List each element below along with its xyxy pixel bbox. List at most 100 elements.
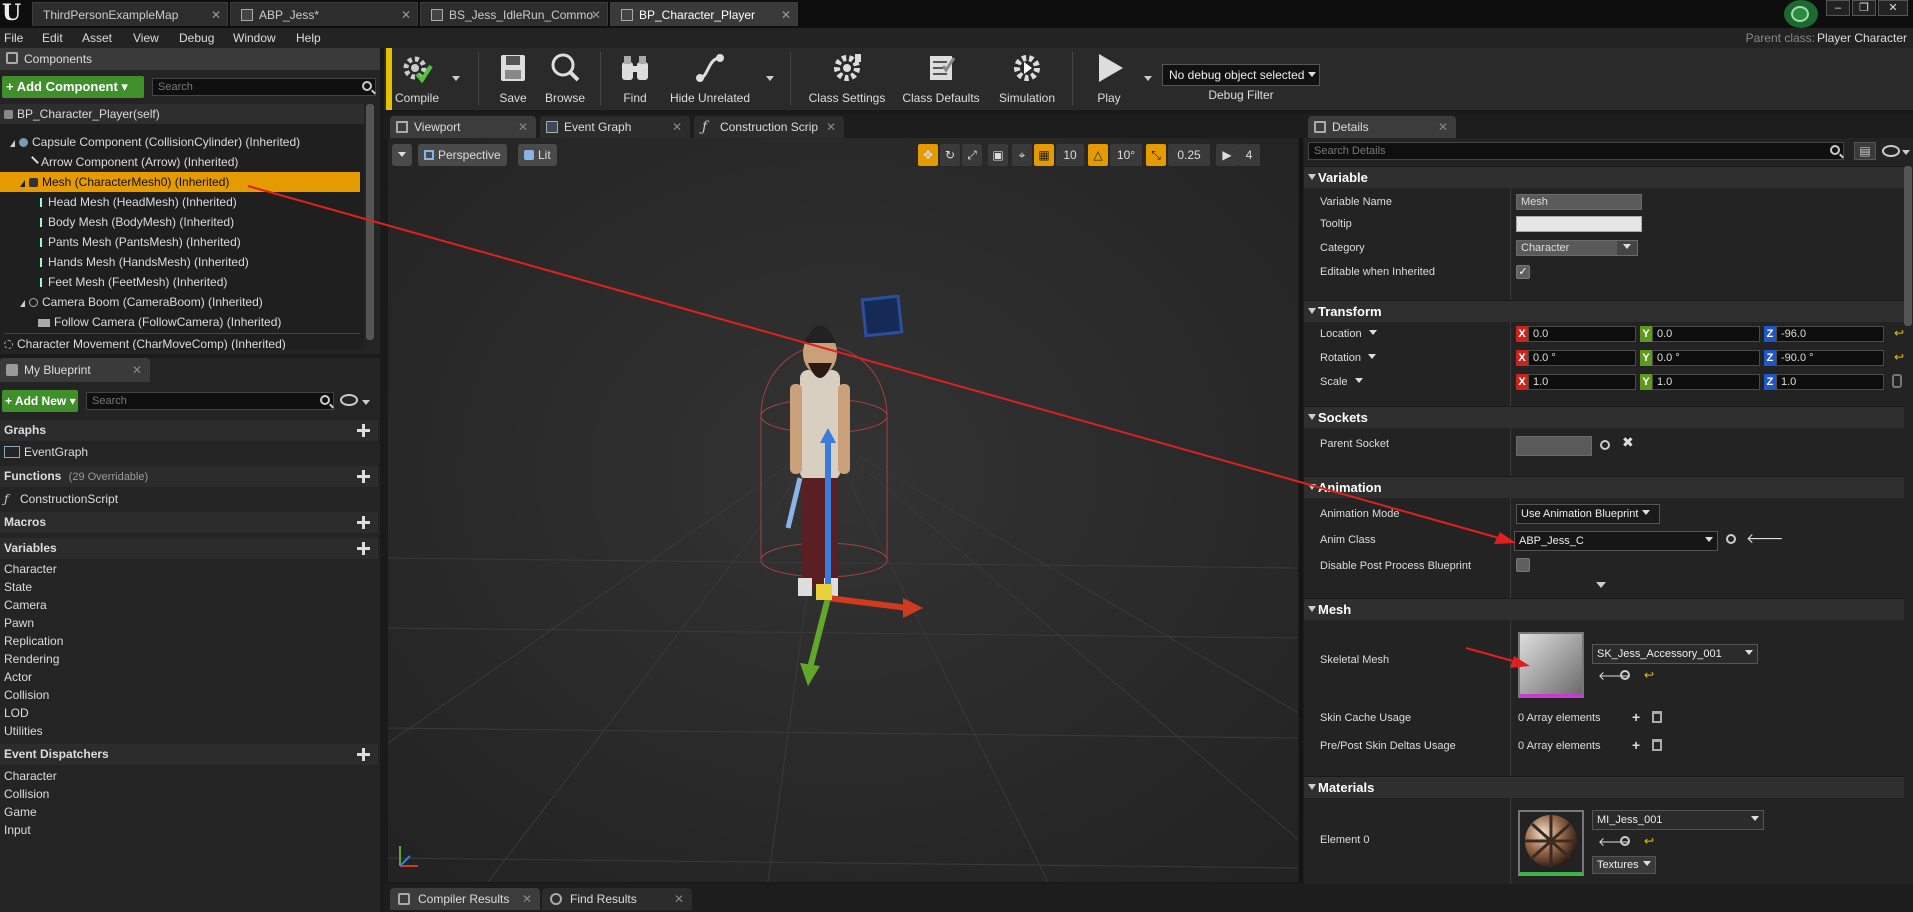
menu-view[interactable]: View xyxy=(133,28,159,48)
rotation-z-field[interactable]: -90.0 ° xyxy=(1776,350,1884,366)
world-local-icon[interactable]: ▣ xyxy=(988,144,1008,166)
rotation-x-field[interactable]: 0.0 ° xyxy=(1528,350,1636,366)
camera-speed-value[interactable]: 4 xyxy=(1238,144,1260,166)
tree-item-follow-camera[interactable]: Follow Camera (FollowCamera) (Inherited) xyxy=(0,312,364,332)
chevron-down-icon[interactable] xyxy=(362,400,370,405)
disable-post-process-checkbox[interactable] xyxy=(1516,558,1530,572)
variable-category-item[interactable]: Replication xyxy=(0,632,378,650)
surface-snap-icon[interactable]: ⌖ xyxy=(1012,144,1032,166)
reset-arrow-icon[interactable]: ↩ xyxy=(1644,834,1654,848)
skeletal-mesh-thumbnail[interactable] xyxy=(1518,632,1584,698)
add-new-button[interactable]: + Add New ▾ xyxy=(2,390,78,412)
scale-z-field[interactable]: 1.0 xyxy=(1776,374,1884,390)
browse-button[interactable]: Browse xyxy=(540,48,590,108)
material-thumbnail[interactable] xyxy=(1518,810,1584,876)
scale-mode-icon[interactable]: ⤢ xyxy=(962,144,982,166)
hide-unrelated-button[interactable]: Hide Unrelated xyxy=(666,48,754,108)
debug-object-dropdown[interactable]: No debug object selected xyxy=(1162,64,1320,86)
simulation-button[interactable]: Simulation xyxy=(992,48,1062,108)
tooltip-field[interactable] xyxy=(1516,216,1642,232)
tree-item-character-movement[interactable]: Character Movement (CharMoveComp) (Inher… xyxy=(0,334,364,350)
translate-mode-icon[interactable]: ✥ xyxy=(918,144,938,166)
animation-mode-dropdown[interactable]: Use Animation Blueprint xyxy=(1516,504,1660,524)
add-graph-plus-icon[interactable] xyxy=(357,424,370,437)
browse-search-icon[interactable] xyxy=(1620,670,1630,680)
viewport-3d[interactable]: Perspective Lit ✥ ↻ ⤢ ▣ ⌖ ▦ 10 △ 10° ⤡ 0… xyxy=(388,138,1298,882)
variable-category-item[interactable]: Utilities xyxy=(0,722,378,740)
anim-class-dropdown[interactable]: ABP_Jess_C xyxy=(1514,531,1718,551)
variable-category-item[interactable]: Pawn xyxy=(0,614,378,632)
tree-item-self[interactable]: BP_Character_Player(self) xyxy=(0,104,364,124)
textures-dropdown[interactable]: Textures xyxy=(1592,856,1656,874)
tab-event-graph[interactable]: Event Graph ✕ xyxy=(540,116,690,138)
tree-item-hands-mesh[interactable]: Hands Mesh (HandsMesh) (Inherited) xyxy=(0,252,364,272)
tree-item-body-mesh[interactable]: Body Mesh (BodyMesh) (Inherited) xyxy=(0,212,364,232)
tree-item-pants-mesh[interactable]: Pants Mesh (PantsMesh) (Inherited) xyxy=(0,232,364,252)
tree-item-arrow[interactable]: Arrow Component (Arrow) (Inherited) xyxy=(0,152,364,172)
add-macro-plus-icon[interactable] xyxy=(357,516,370,529)
compile-button[interactable]: Compile xyxy=(392,48,442,108)
reset-arrow-icon[interactable]: ↩ xyxy=(1894,350,1904,364)
construction-script-item[interactable]: ƒ ConstructionScript xyxy=(0,490,378,508)
rotation-snap-value[interactable]: 10° xyxy=(1110,144,1142,166)
macros-category[interactable]: Macros xyxy=(0,512,378,533)
parent-class-value[interactable]: Player Character xyxy=(1817,28,1907,48)
add-component-button[interactable]: + Add Component ▾ xyxy=(2,76,144,98)
add-dispatcher-plus-icon[interactable] xyxy=(357,748,370,761)
browse-search-icon[interactable] xyxy=(1620,836,1630,846)
lock-icon[interactable] xyxy=(1892,374,1902,388)
event-dispatchers-category[interactable]: Event Dispatchers xyxy=(0,744,378,765)
browse-socket-search-icon[interactable] xyxy=(1600,440,1610,450)
close-icon[interactable]: ✕ xyxy=(518,116,528,138)
tab-bp-character-player[interactable]: BP_Character_Player ✕ xyxy=(610,2,798,26)
event-graph-item[interactable]: EventGraph xyxy=(0,443,378,461)
add-element-plus-icon[interactable]: + xyxy=(1632,738,1640,752)
expand-arrow-icon[interactable] xyxy=(20,180,25,187)
scale-snap-icon[interactable]: ⤡ xyxy=(1146,144,1166,166)
rotation-y-field[interactable]: 0.0 ° xyxy=(1652,350,1760,366)
tree-item-capsule[interactable]: Capsule Component (CollisionCylinder) (I… xyxy=(0,132,364,152)
scale-y-field[interactable]: 1.0 xyxy=(1652,374,1760,390)
play-button[interactable]: Play xyxy=(1084,48,1134,108)
variable-category-item[interactable]: State xyxy=(0,578,378,596)
play-options-chevron-icon[interactable] xyxy=(1144,76,1152,81)
clear-socket-x-icon[interactable]: ✖ xyxy=(1622,434,1634,451)
use-selected-arrow-icon[interactable]: 🡐 xyxy=(1746,530,1784,547)
tree-item-head-mesh[interactable]: Head Mesh (HeadMesh) (Inherited) xyxy=(0,192,364,212)
dispatcher-category-item[interactable]: Collision xyxy=(0,785,378,803)
compile-options-chevron-icon[interactable] xyxy=(452,76,460,81)
skeletal-mesh-dropdown[interactable]: SK_Jess_Accessory_001 xyxy=(1592,644,1758,664)
menu-edit[interactable]: Edit xyxy=(42,28,63,48)
close-icon[interactable]: ✕ xyxy=(211,3,221,26)
reset-arrow-icon[interactable]: ↩ xyxy=(1894,326,1904,340)
add-function-plus-icon[interactable] xyxy=(357,470,370,483)
close-icon[interactable]: ✕ xyxy=(591,3,601,26)
details-search-input[interactable]: Search Details xyxy=(1308,142,1844,160)
variables-category[interactable]: Variables xyxy=(0,538,378,559)
components-search-input[interactable]: Search xyxy=(152,78,376,96)
dispatcher-category-item[interactable]: Input xyxy=(0,821,378,839)
close-window-button[interactable]: ✕ xyxy=(1878,0,1908,16)
transform-section-header[interactable]: Transform xyxy=(1304,300,1904,322)
save-button[interactable]: Save xyxy=(490,48,536,108)
scale-label[interactable]: Scale xyxy=(1320,374,1363,390)
reset-arrow-icon[interactable]: ↩ xyxy=(1644,668,1654,682)
graphs-category[interactable]: Graphs xyxy=(0,420,378,441)
sockets-section-header[interactable]: Sockets xyxy=(1304,406,1904,428)
details-scrollbar[interactable] xyxy=(1904,166,1912,326)
close-icon[interactable]: ✕ xyxy=(522,888,532,910)
close-icon[interactable]: ✕ xyxy=(672,116,682,138)
chevron-down-icon[interactable] xyxy=(1902,150,1910,155)
functions-category[interactable]: Functions (29 Overridable) xyxy=(0,466,378,487)
perspective-button[interactable]: Perspective xyxy=(418,144,507,166)
variable-category-item[interactable]: LOD xyxy=(0,704,378,722)
close-icon[interactable]: ✕ xyxy=(1438,116,1448,138)
scale-x-field[interactable]: 1.0 xyxy=(1528,374,1636,390)
minimize-button[interactable]: – xyxy=(1826,0,1850,16)
parent-socket-field[interactable] xyxy=(1516,436,1592,456)
visibility-eye-icon[interactable] xyxy=(1882,145,1900,157)
category-dropdown[interactable]: Character xyxy=(1516,240,1638,256)
property-matrix-icon[interactable]: ▤ xyxy=(1854,142,1876,160)
menu-help[interactable]: Help xyxy=(296,28,321,48)
animation-section-header[interactable]: Animation xyxy=(1304,476,1904,498)
